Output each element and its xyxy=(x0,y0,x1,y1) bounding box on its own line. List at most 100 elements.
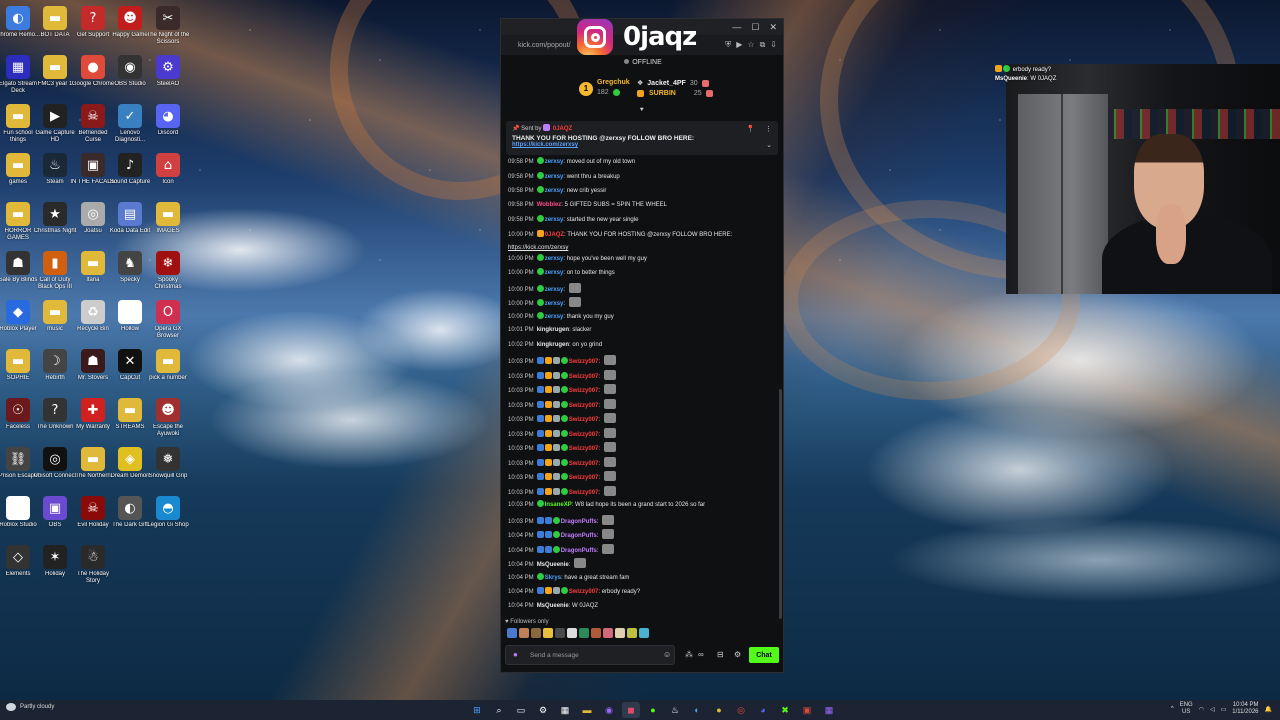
chat-message[interactable]: 10:04 PM Swizzy007: erbody ready? xyxy=(508,587,640,596)
chat-message[interactable]: 10:03 PM Swizzy007: xyxy=(508,384,616,395)
pinned-message[interactable]: 📌 Sent by 0JAQZ THANK YOU FOR HOSTING @z… xyxy=(506,121,778,155)
chat-message[interactable]: 10:03 PM Swizzy007: xyxy=(508,456,616,468)
stream-deck-icon[interactable]: ▦ xyxy=(820,702,838,718)
url-text[interactable]: kick.com/popout/ xyxy=(518,42,571,49)
desktop-icon[interactable]: ▬ IMAGES xyxy=(145,200,191,246)
chat-message[interactable]: 09:58 PM zerxsy: moved out of my old town xyxy=(508,157,635,166)
chat-message[interactable]: 10:04 PM MsQueenie: W 0JAQZ xyxy=(508,602,598,610)
chat-message[interactable]: 10:03 PM DragonPuffs: xyxy=(508,514,615,526)
message-username[interactable]: Swizzy007 xyxy=(569,589,599,595)
message-username[interactable]: DragonPuffs xyxy=(561,533,597,539)
message-username[interactable]: zerxsy xyxy=(545,301,564,307)
mic-badge-icon[interactable]: ● xyxy=(513,650,518,659)
message-username[interactable]: zerxsy xyxy=(545,217,564,223)
task-view-icon[interactable]: ▭ xyxy=(512,702,530,718)
chat-message[interactable]: 10:03 PM Swizzy007: xyxy=(508,413,616,424)
message-username[interactable]: MsQueenie xyxy=(537,603,569,609)
tray-chevron-icon[interactable]: ^ xyxy=(1171,706,1174,712)
emote-icon[interactable] xyxy=(543,628,553,638)
search-icon[interactable]: ⌕ xyxy=(490,702,508,718)
wifi-icon[interactable]: ◠ xyxy=(1199,706,1204,713)
chat-message[interactable]: https://kick.com/zerxsy xyxy=(508,244,568,252)
desktop-icon[interactable]: ✂ The Night of the Scissors xyxy=(145,4,191,50)
chat-message[interactable]: 10:00 PM zerxsy: xyxy=(508,297,581,308)
desktop-icon[interactable]: ▬ pick a number xyxy=(145,347,191,393)
message-username[interactable]: Swizzy007 xyxy=(569,374,599,380)
unpin-icon[interactable]: 📍 xyxy=(746,125,755,133)
chat-message[interactable]: 10:03 PM Swizzy007: xyxy=(508,398,616,410)
emote-icon[interactable] xyxy=(531,628,541,638)
desktop-icon[interactable]: ⌂ Icon xyxy=(145,151,191,197)
store-icon[interactable]: ▦ xyxy=(556,702,574,718)
message-username[interactable]: zerxsy xyxy=(545,159,564,165)
message-username[interactable]: Swizzy007 xyxy=(569,417,599,423)
close-icon[interactable]: ✕ xyxy=(769,22,777,33)
chat-message[interactable]: 10:03 PM InsaneXP: W8 lad hope its been a… xyxy=(508,500,705,509)
widgets-icon[interactable]: ⚙ xyxy=(534,702,552,718)
emote-icon[interactable] xyxy=(627,628,637,638)
pinned-link[interactable]: https://kick.com/zerxsy xyxy=(512,142,578,148)
emote-icon[interactable] xyxy=(591,628,601,638)
infinity-icon[interactable]: ∞ xyxy=(698,650,704,659)
message-username[interactable]: Swizzy007 xyxy=(569,359,599,365)
message-username[interactable]: Skrys xyxy=(545,575,561,581)
shield-icon[interactable]: ⛨ xyxy=(725,40,731,50)
kick-points-icon[interactable]: ⁂ xyxy=(685,650,693,659)
message-username[interactable]: zerxsy xyxy=(545,188,564,194)
leader-entry[interactable]: SURBIN 25 xyxy=(637,90,714,97)
settings-gear-icon[interactable]: ⚙ xyxy=(734,650,741,659)
chat-message[interactable]: 10:04 PM DragonPuffs: xyxy=(508,543,615,555)
desktop-icon[interactable]: ❄ Spooky Christmas xyxy=(145,249,191,295)
clock[interactable]: 10:04 PM 1/11/2026 xyxy=(1232,702,1258,716)
windows-start-icon[interactable]: ⊞ xyxy=(468,702,486,718)
download-icon[interactable]: ⇩ xyxy=(770,40,777,50)
chat-send-button[interactable]: Chat xyxy=(749,647,779,663)
emote-icon[interactable] xyxy=(567,628,577,638)
desktop-icon[interactable]: O Opera GX Browser xyxy=(145,298,191,344)
file-explorer-icon[interactable]: ▬ xyxy=(578,702,596,718)
message-username[interactable]: kingkrugen xyxy=(537,342,569,348)
opera-icon[interactable]: ◎ xyxy=(732,702,750,718)
chat-message[interactable]: 10:04 PM DragonPuffs: xyxy=(508,529,615,540)
message-username[interactable]: zerxsy xyxy=(545,174,564,180)
chat-message[interactable]: 10:04 PM Skrys: have a great stream fam xyxy=(508,572,629,582)
desktop-icon[interactable]: ◓ Legion Gi Shop xyxy=(145,494,191,540)
message-username[interactable]: zerxsy xyxy=(545,270,564,276)
chat-message[interactable]: 10:03 PM Swizzy007: xyxy=(508,442,616,453)
chat-message[interactable]: 09:58 PM zerxsy: new crib yessir xyxy=(508,186,606,195)
discord-taskbar-icon[interactable]: ◕ xyxy=(754,702,772,718)
chrome-taskbar-icon[interactable]: ● xyxy=(710,702,728,718)
message-username[interactable]: MsQueenie xyxy=(537,562,569,568)
message-username[interactable]: zerxsy xyxy=(545,314,564,320)
desktop-icon[interactable]: ⚙ SteelAO xyxy=(145,53,191,99)
emote-icon[interactable] xyxy=(519,628,529,638)
message-username[interactable]: Swizzy007 xyxy=(569,403,599,409)
message-username[interactable]: Wobblez xyxy=(537,202,562,208)
chat-message-input[interactable] xyxy=(505,645,675,665)
message-username[interactable]: DragonPuffs xyxy=(561,548,597,554)
play-icon[interactable]: ▶ xyxy=(736,40,742,50)
emote-icon[interactable] xyxy=(555,628,565,638)
battery-icon[interactable]: ▭ xyxy=(1221,706,1227,713)
chat-message[interactable]: 09:58 PM zerxsy: started the new year sin… xyxy=(508,215,638,224)
volume-icon[interactable]: ◁ xyxy=(1210,706,1215,713)
message-username[interactable]: DragonPuffs xyxy=(561,519,597,525)
desktop-icon[interactable]: ☃ The Holiday Story xyxy=(70,543,116,589)
chat-message[interactable]: 10:03 PM Swizzy007: xyxy=(508,471,616,482)
message-username[interactable]: kingkrugen xyxy=(537,327,569,333)
message-username[interactable]: 0JAQZ xyxy=(545,232,564,238)
message-username[interactable]: Swizzy007 xyxy=(569,388,599,394)
chat-message[interactable]: 10:00 PM zerxsy: xyxy=(508,282,581,294)
chat-message[interactable]: 10:04 PM MsQueenie: xyxy=(508,558,587,569)
message-username[interactable]: zerxsy xyxy=(545,256,564,262)
kick-taskbar-icon[interactable]: ◼ xyxy=(622,702,640,718)
message-username[interactable]: Swizzy007 xyxy=(569,475,599,481)
message-link[interactable]: https://kick.com/zerxsy xyxy=(508,245,568,251)
notification-bell-icon[interactable]: 🔔 xyxy=(1265,706,1272,713)
chat-message[interactable]: 10:02 PM kingkrugen: on yo grind xyxy=(508,341,602,349)
chat-scrollbar[interactable] xyxy=(779,389,782,619)
minimize-icon[interactable]: — xyxy=(732,22,741,32)
chat-message[interactable]: 10:00 PM zerxsy: thank you my guy xyxy=(508,311,614,321)
message-username[interactable]: Swizzy007 xyxy=(569,490,599,496)
spotify-icon[interactable]: ● xyxy=(644,702,662,718)
